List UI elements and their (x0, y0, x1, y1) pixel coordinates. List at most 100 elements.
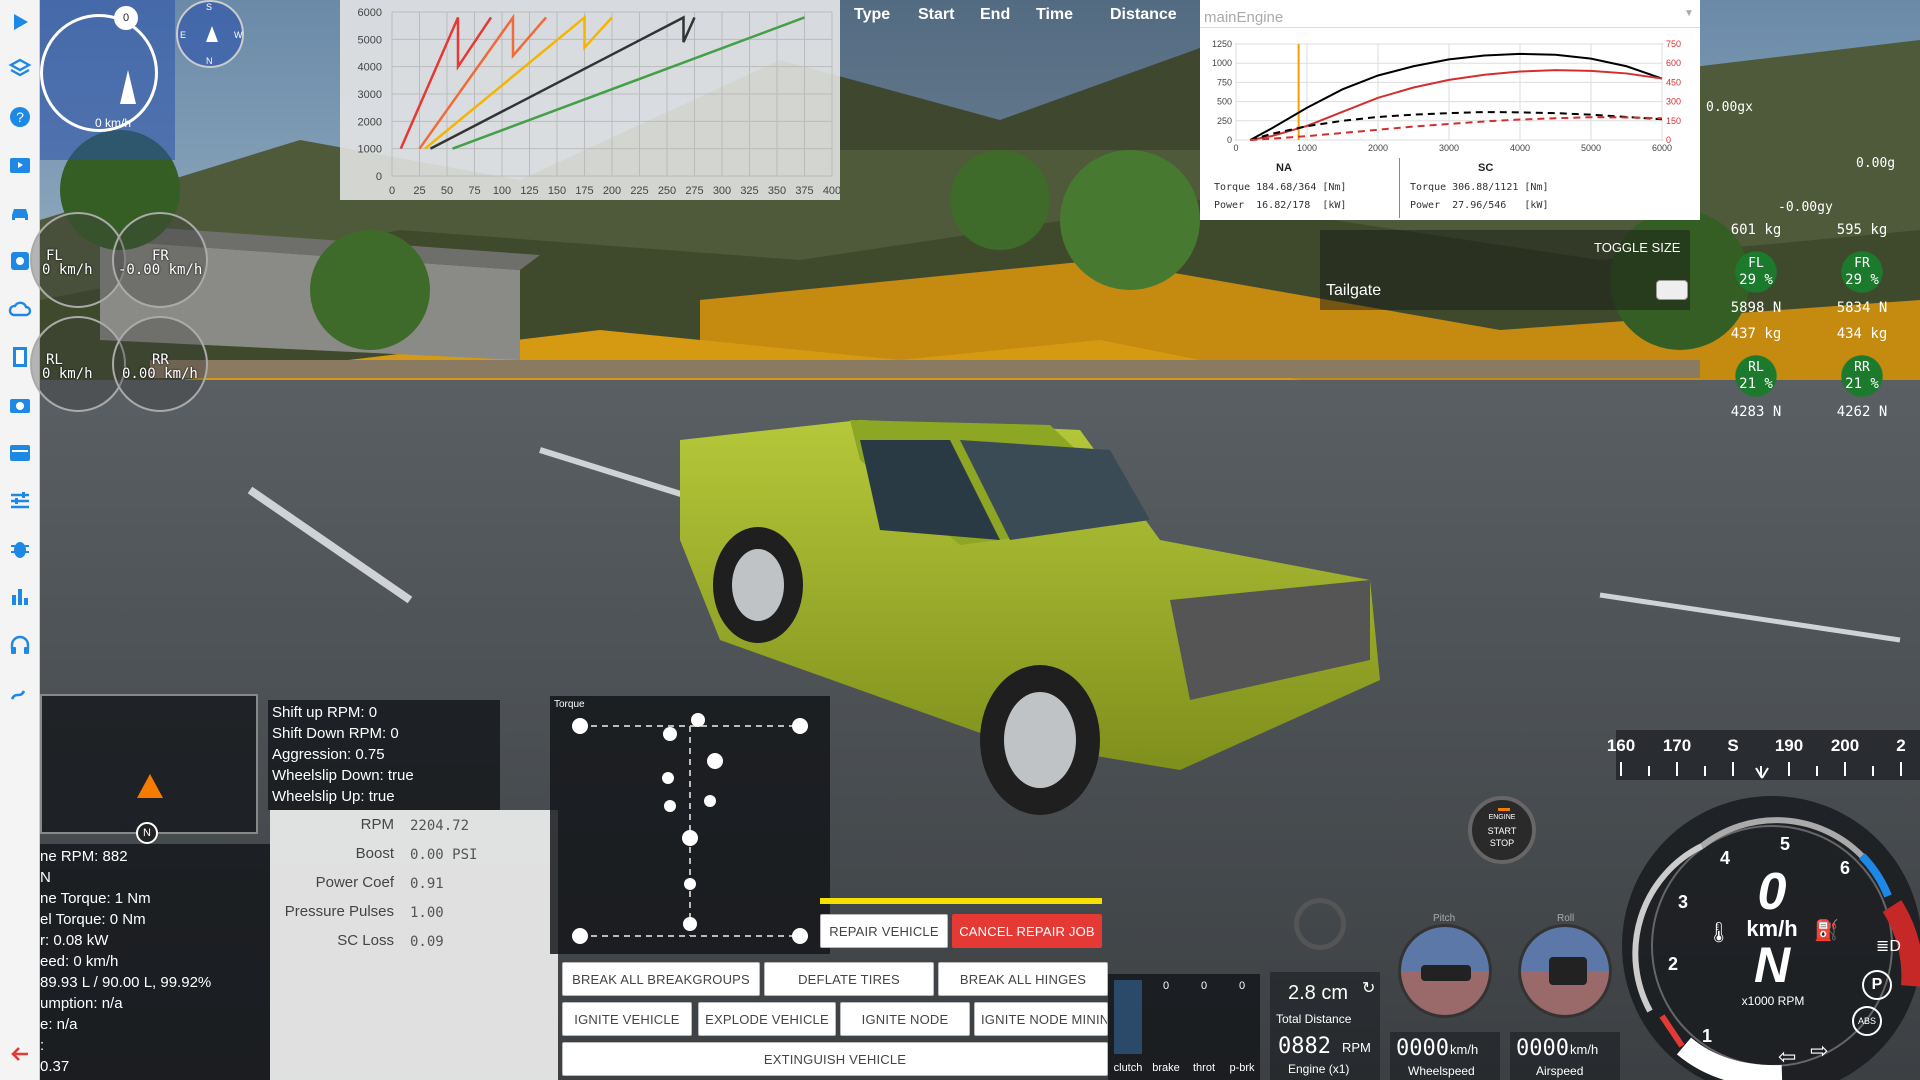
engine-info-line: eed: 0 km/h (40, 953, 119, 970)
left-toolbar: ? (0, 0, 40, 1080)
shift-y-tick: 3000 (358, 89, 382, 101)
tape-label: S (1727, 736, 1739, 755)
dash-gear: N (1753, 937, 1791, 993)
tire-load-panel: 601 kg FL 29 % 5898 N 595 kg FR 29 % 583… (1700, 222, 1920, 432)
refresh-icon[interactable]: ↻ (1362, 978, 1375, 998)
extinguish-vehicle-button[interactable]: EXTINGUISH VEHICLE (562, 1042, 1108, 1076)
explode-vehicle-button[interactable]: EXPLODE VEHICLE (698, 1002, 836, 1036)
engine-rpm-value: 0882 (1278, 1034, 1331, 1059)
route-icon[interactable] (6, 679, 34, 707)
trip-col-start[interactable]: Start (918, 6, 954, 24)
trip-col-distance[interactable]: Distance (1110, 6, 1177, 24)
layers-icon[interactable] (6, 55, 34, 83)
pedal-value: 0 (1200, 980, 1208, 992)
window-icon[interactable] (6, 439, 34, 467)
engine-series-line-0 (1249, 52, 1663, 141)
trip-header: Type Start End Time Distance (840, 0, 1200, 150)
tape-label: 160 (1606, 736, 1636, 755)
help-icon[interactable]: ? (6, 103, 34, 131)
compass-s: S (206, 2, 213, 12)
break-hinges-button[interactable]: BREAK ALL HINGES (938, 962, 1108, 996)
engine-info-line: : (40, 1037, 45, 1054)
engine-select[interactable]: mainEngine ▼ (1200, 0, 1700, 28)
ignition-button[interactable]: ENGINE START STOP (1468, 796, 1536, 864)
bug-icon[interactable] (6, 535, 34, 563)
airspeed-label: Airspeed (1536, 1064, 1584, 1078)
trip-col-type[interactable]: Type (854, 6, 890, 24)
break-breakgroups-button[interactable]: BREAK ALL BREAKGROUPS (562, 962, 760, 996)
dash-rpm-label: x1000 RPM (1741, 994, 1805, 1008)
repair-vehicle-button[interactable]: REPAIR VEHICLE (820, 914, 948, 948)
engine-rpm-label: Engine (x1) (1288, 1062, 1350, 1076)
shift-x-tick: 225 (630, 185, 648, 197)
cloud-icon[interactable] (6, 295, 34, 323)
turn-right-icon: ⇨ (1810, 1038, 1829, 1063)
engine-info-panel: ne RPM: 882 Nne Torque: 1 Nm el Torque: 0 … (40, 844, 270, 1080)
shift-y-tick: 2000 (358, 116, 382, 128)
minimap: N (40, 694, 258, 844)
trip-total-label: Total Distance (1276, 1012, 1352, 1026)
pitch-label: Pitch (1433, 913, 1456, 924)
shift-y-tick: 1000 (358, 144, 382, 156)
shift-x-tick: 400 (823, 185, 840, 197)
na-header: NA (1276, 162, 1292, 174)
rr-pct: 21 % (1845, 376, 1879, 392)
cancel-repair-button[interactable]: CANCEL REPAIR JOB (952, 914, 1102, 948)
shift-x-tick: 50 (441, 185, 453, 197)
shift-series-line-1 (418, 13, 547, 150)
repair-progress-bar (820, 898, 1102, 904)
minimap-north: N (136, 822, 158, 844)
headlight-icon: ≣D (1876, 938, 1901, 955)
trip-col-time[interactable]: Time (1036, 6, 1073, 24)
shift-series-line-2 (424, 14, 613, 150)
na-legend: NA Torque 184.68/364 [Nm] Power 16.82/17… (1210, 158, 1400, 218)
shift-series-line-0 (399, 16, 493, 150)
pedal-label: brake (1152, 1062, 1180, 1074)
shift-x-tick: 350 (768, 185, 786, 197)
steering-wheel-icon (1294, 898, 1346, 950)
trip-col-end[interactable]: End (980, 6, 1010, 24)
vehicle-icon[interactable] (6, 199, 34, 227)
sliders-icon[interactable] (6, 487, 34, 515)
airspeed-unit: km/h (1570, 1042, 1599, 1057)
shift-x-tick: 175 (575, 185, 593, 197)
toggle-size-label[interactable]: TOGGLE SIZE (1594, 240, 1680, 255)
main-gauge: 123456 0 km/h N x1000 RPM 🌡 ⛽ ≣D P ABS ⇦… (1622, 786, 1920, 1080)
ignition-line2: START (1487, 826, 1517, 836)
gforce-gx: 0.00gx (1706, 100, 1753, 115)
engine-info-line: N (40, 869, 51, 886)
tailgate-toggle-icon[interactable] (1656, 280, 1688, 300)
play-icon[interactable] (6, 8, 34, 36)
turbo-value: 1.00 (410, 905, 444, 921)
deflate-tires-button[interactable]: DEFLATE TIRES (764, 962, 934, 996)
shift-x-tick: 125 (520, 185, 538, 197)
shift-x-tick: 75 (468, 185, 480, 197)
shift-x-tick: 300 (713, 185, 731, 197)
pitch-gauge: Pitch (1398, 913, 1492, 1018)
bar-chart-icon[interactable] (6, 583, 34, 611)
svg-text:?: ? (16, 109, 24, 125)
tape-label: 190 (1774, 736, 1804, 755)
engine-info-line: el Torque: 0 Nm (40, 911, 146, 928)
headphones-icon[interactable] (6, 631, 34, 659)
arrow-left-icon[interactable] (6, 1040, 34, 1068)
rl-id: RL (1748, 360, 1764, 375)
ignite-vehicle-button[interactable]: IGNITE VEHICLE (562, 1002, 692, 1036)
camera-icon[interactable] (6, 391, 34, 419)
media-icon[interactable] (6, 151, 34, 179)
rl-force: 4283 N (1730, 404, 1782, 420)
engine-y-tick-right: 450 (1666, 77, 1681, 87)
toggle-size-panel: TOGGLE SIZE Tailgate (1320, 230, 1690, 310)
turn-left-icon: ⇦ (1778, 1044, 1797, 1069)
turbo-value: 0.00 PSI (410, 847, 478, 863)
engine-x-tick: 5000 (1581, 143, 1601, 153)
ignite-node-button[interactable]: IGNITE NODE (840, 1002, 970, 1036)
ignite-node-mini-button[interactable]: IGNITE NODE MININ (974, 1002, 1108, 1036)
engine-y-tick-left: 250 (1217, 116, 1232, 126)
fr-mass: 595 kg (1836, 222, 1888, 238)
engine-torque-chart: 0 1000 2000 3000 4000 5000 6000125010007505002… (1212, 39, 1681, 153)
turbo-label: Boost (355, 845, 394, 862)
engine-info-line: 89.93 L / 90.00 L, 99.92% (40, 974, 212, 991)
wheel-fl-speed: 0 km/h (42, 262, 93, 278)
engine-info-line: e: n/a (40, 1016, 78, 1033)
